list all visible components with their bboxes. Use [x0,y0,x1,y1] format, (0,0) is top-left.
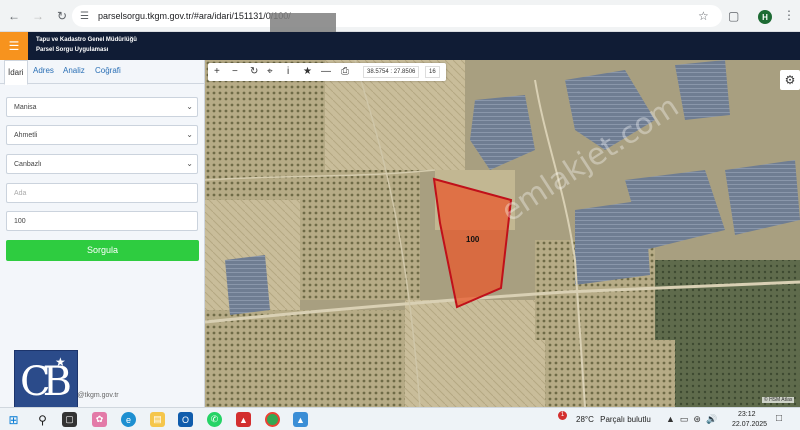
search-icon[interactable]: ⚲ [35,412,50,427]
system-tray[interactable]: ▲ ▭ ⊛ 🔊 [666,414,717,425]
bookmark-star-icon[interactable]: ☆ [698,9,709,23]
tab-adres[interactable]: Adres [33,66,54,75]
coldwell-banker-logo: CB ★ [14,350,78,414]
back-icon[interactable]: ← [4,6,24,26]
photos-icon[interactable]: ▲ [293,412,308,427]
star-icon: ★ [55,355,66,369]
parcel-label: 100 [466,235,480,244]
widgets-icon[interactable]: ✿ [92,412,107,427]
app-name: Parsel Sorgu Uygulaması [36,47,109,53]
neighborhood-select[interactable]: Canbazlı ⌄ [6,154,198,174]
neighborhood-value: Canbazlı [14,161,42,168]
notification-icon[interactable]: □ [776,413,782,424]
measure-icon[interactable]: — [321,66,331,78]
locate-icon[interactable]: ⌖ [267,66,273,78]
province-select[interactable]: Manisa ⌄ [6,97,198,117]
app-header: ☰ Tapu ve Kadastro Genel Müdürlüğü Parse… [0,32,800,60]
file-explorer-icon[interactable]: ▤ [150,412,165,427]
zoom-out-icon[interactable]: − [232,66,238,78]
query-tabs: İdari Adres Analiz Coğrafi [0,60,205,85]
chevron-down-icon: ⌄ [186,102,193,111]
url-text: parselsorgu.tkgm.gov.tr/#ara/idari/15113… [98,11,291,21]
extensions-icon[interactable]: ▢ [728,9,739,23]
district-value: Ahmetli [14,132,38,139]
tab-cografi[interactable]: Coğrafi [95,66,121,75]
zoom-in-icon[interactable]: + [214,66,220,78]
tab-analiz[interactable]: Analiz [63,66,85,75]
province-value: Manisa [14,104,37,111]
satellite-imagery [205,60,800,407]
print-icon[interactable]: ⎙ [341,66,349,78]
favorite-star-icon[interactable]: ★ [303,66,312,78]
clock-date[interactable]: 22.07.2025 [732,421,767,428]
settings-gear-icon[interactable]: ⚙ [780,70,800,90]
district-select[interactable]: Ahmetli ⌄ [6,125,198,145]
chevron-down-icon: ⌄ [186,130,193,139]
parcel-input[interactable]: 100 [6,211,198,231]
address-bar[interactable]: ☰ parselsorgu.tkgm.gov.tr/#ara/idari/151… [72,5,722,27]
refresh-icon[interactable]: ↻ [250,66,258,78]
zoom-level: 16 [425,66,440,78]
hamburger-menu-icon[interactable]: ☰ [0,32,28,60]
weather-desc: Parçalı bulutlu [600,415,651,424]
profile-avatar[interactable]: H [758,10,772,24]
browser-menu-icon[interactable]: ⋮ [783,8,795,22]
app-red-icon[interactable]: ▲ [236,412,251,427]
chrome-icon[interactable] [265,412,280,427]
org-name: Tapu ve Kadastro Genel Müdürlüğü [36,37,137,43]
forward-icon[interactable]: → [28,6,48,26]
map-view[interactable]: emlakjet.com 100 + − ↻ ⌖ i ★ — ⎙ 38.5754… [205,60,800,407]
whatsapp-icon[interactable]: ✆ [207,412,222,427]
coordinate-readout: 38.5754 : 27.8506 [363,66,420,78]
weather-temp: 28°C [576,415,594,424]
outlook-icon[interactable]: O [178,412,193,427]
chevron-down-icon: ⌄ [186,159,193,168]
windows-start-icon[interactable]: ⊞ [6,412,21,427]
reload-icon[interactable]: ↻ [52,6,72,26]
query-button[interactable]: Sorgula [6,240,199,261]
site-info-icon[interactable]: ☰ [80,11,94,22]
task-view-icon[interactable]: ▢ [62,412,77,427]
clock-time[interactable]: 23:12 [738,411,756,418]
weather-widget[interactable]: 28°C Parçalı bulutlu [560,415,651,424]
windows-taskbar: ⊞ ⚲ ▢ ✿ e ▤ O ✆ ▲ ▲ 1 28°C Parçalı bulut… [0,407,800,430]
block-input[interactable]: Ada [6,183,198,203]
tab-idari[interactable]: İdari [4,60,28,85]
info-icon[interactable]: i [287,66,289,78]
edge-browser-icon[interactable]: e [121,412,136,427]
map-attribution: © HSM Atlas [762,397,795,403]
map-toolbar: + − ↻ ⌖ i ★ — ⎙ 38.5754 : 27.8506 16 [208,63,446,81]
